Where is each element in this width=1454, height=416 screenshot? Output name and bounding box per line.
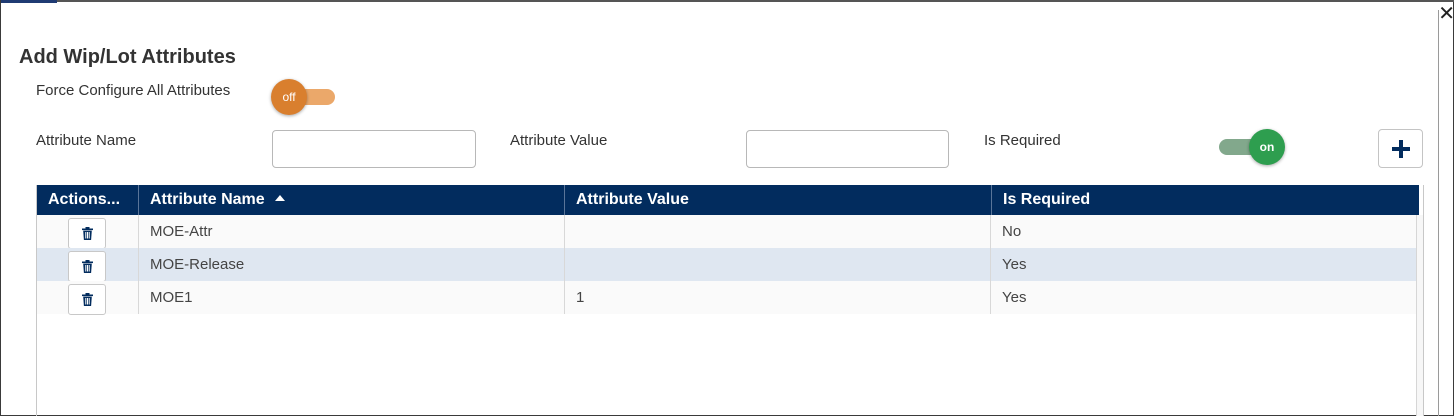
attribute-name-cell: MOE-Release <box>139 248 565 281</box>
dialog-top-border <box>1 0 1454 2</box>
attributes-grid: Actions... Attribute Name Attribute Valu… <box>36 185 1424 416</box>
attribute-name-cell: MOE-Attr <box>139 215 565 248</box>
table-row[interactable]: MOE-Attr No <box>37 215 1416 249</box>
plus-icon <box>1392 140 1410 158</box>
delete-row-button[interactable] <box>68 251 106 282</box>
grid-vertical-scrollbar[interactable] <box>1416 215 1423 416</box>
dialog-right-divider <box>1438 10 1439 416</box>
add-attribute-button[interactable] <box>1378 129 1423 168</box>
table-row[interactable]: MOE-Release Yes <box>37 248 1416 282</box>
force-configure-label: Force Configure All Attributes <box>36 82 231 99</box>
attribute-name-label: Attribute Name <box>36 132 137 149</box>
trash-icon <box>82 227 93 240</box>
delete-row-button[interactable] <box>68 284 106 315</box>
is-required-cell: Yes <box>1002 289 1027 306</box>
column-header-label: Attribute Name <box>150 191 265 208</box>
is-required-cell: No <box>1002 223 1022 240</box>
attribute-name-cell: MOE1 <box>139 281 565 314</box>
is-required-cell: Yes <box>1002 256 1027 273</box>
dialog-title: Add Wip/Lot Attributes <box>19 46 236 68</box>
trash-icon <box>82 293 93 306</box>
column-header-is-required[interactable]: Is Required <box>992 185 1418 215</box>
active-tab-indicator <box>1 0 57 3</box>
toggle-knob: off <box>271 79 307 115</box>
toggle-knob: on <box>1249 129 1285 165</box>
row-actions-cell <box>37 215 139 249</box>
column-header-label: Is Required <box>1003 191 1091 208</box>
add-attributes-dialog: ✕ Add Wip/Lot Attributes Force Configure… <box>0 0 1454 416</box>
attribute-value-input[interactable] <box>746 130 949 168</box>
row-actions-cell <box>37 281 139 315</box>
sort-ascending-icon <box>274 194 285 201</box>
attribute-value-label: Attribute Value <box>510 132 608 149</box>
is-required-label: Is Required <box>984 132 1061 149</box>
column-header-label: Actions... <box>48 191 121 208</box>
trash-icon <box>82 260 93 273</box>
column-header-actions[interactable]: Actions... <box>37 185 139 215</box>
column-header-attribute-value[interactable]: Attribute Value <box>565 185 992 215</box>
attribute-value-cell <box>565 215 991 248</box>
attribute-name-input[interactable] <box>272 130 476 168</box>
attribute-value-cell <box>565 248 991 281</box>
delete-row-button[interactable] <box>68 218 106 249</box>
column-header-label: Attribute Value <box>576 191 689 208</box>
row-actions-cell <box>37 248 139 282</box>
grid-header: Actions... Attribute Name Attribute Valu… <box>37 185 1423 215</box>
is-required-toggle[interactable]: on <box>1219 129 1285 165</box>
close-icon[interactable]: ✕ <box>1438 4 1454 24</box>
column-header-attribute-name[interactable]: Attribute Name <box>139 185 565 215</box>
table-row[interactable]: MOE1 1 Yes <box>37 281 1416 315</box>
force-configure-toggle[interactable]: off <box>271 79 337 115</box>
header-scrollbar-gap <box>1418 185 1423 215</box>
attribute-value-cell: 1 <box>565 281 991 314</box>
